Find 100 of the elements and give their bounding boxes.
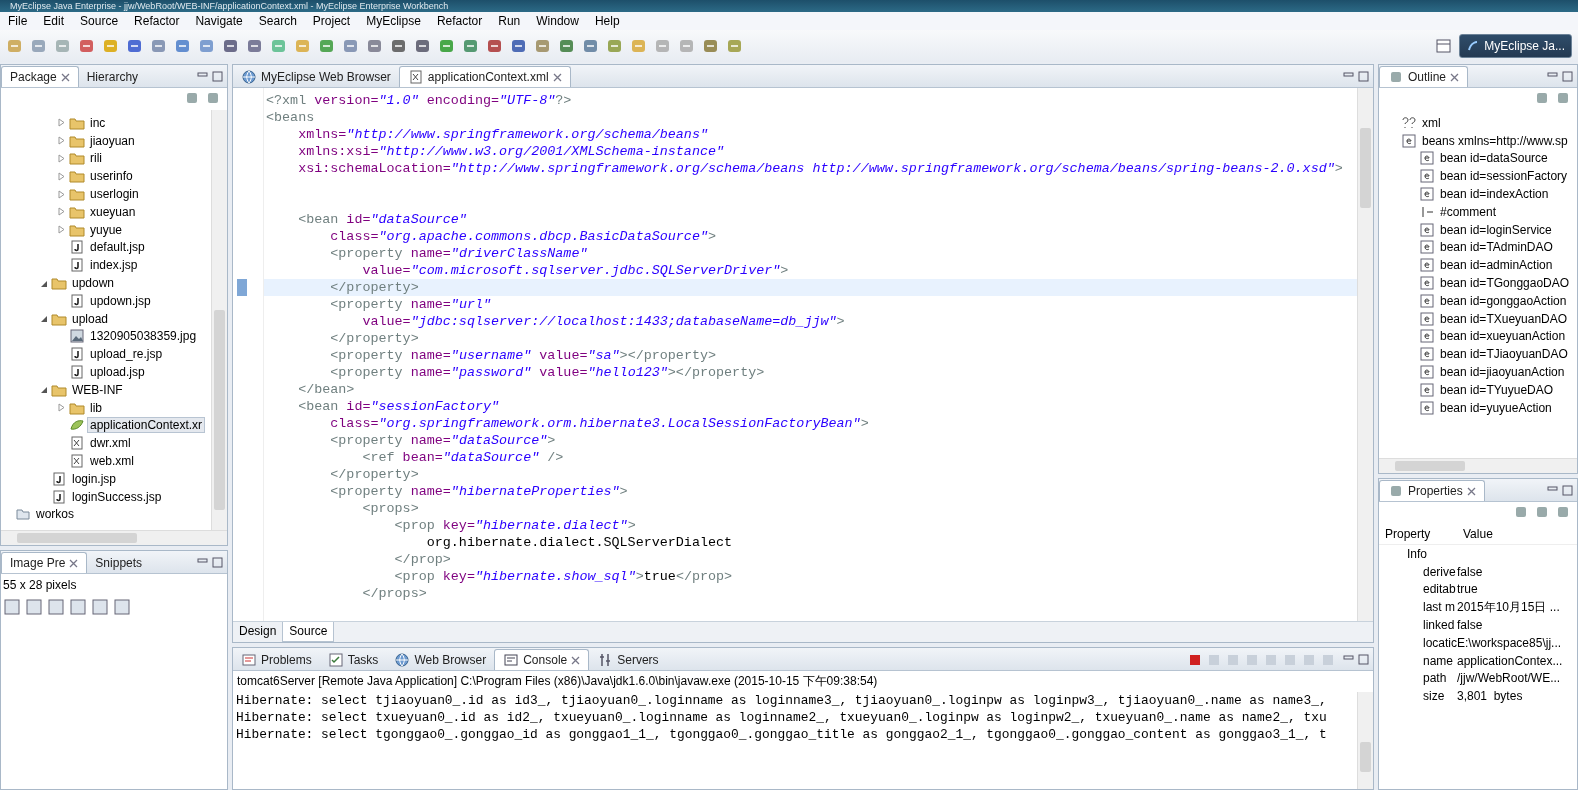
package-tab[interactable]: Package [1,66,79,87]
editor-tab[interactable]: MyEclipse Web Browser [233,67,399,87]
tree-item[interactable]: workos [34,507,76,522]
tree-item[interactable]: yuyue [88,222,125,237]
vertical-scrollbar[interactable] [211,110,227,530]
menu-item[interactable]: Search [250,14,305,28]
collapsed-arrow-icon[interactable] [57,207,66,217]
tree-item[interactable]: upload_re.jsp [88,347,165,362]
menu-item[interactable]: MyEclipse [358,14,429,28]
console-tab[interactable]: Web Browser [386,650,495,670]
tree-item[interactable]: bean id=gonggaoAction [1438,293,1569,308]
menu-item[interactable]: Refactor [126,14,188,28]
collapsed-arrow-icon[interactable] [57,189,66,199]
tree-item[interactable]: default.jsp [88,240,147,255]
tree-item[interactable]: bean id=xueyuanAction [1438,329,1568,344]
maximize-icon[interactable] [212,71,223,82]
close-icon[interactable] [1450,72,1460,82]
tree-item[interactable]: inc [88,115,108,130]
menu-item[interactable]: Window [528,14,587,28]
maximize-icon[interactable] [1562,71,1573,82]
tree-item[interactable]: loginSuccess.jsp [70,489,164,504]
minimize-icon[interactable] [197,557,208,565]
image-tab[interactable]: Image Pre [1,552,88,573]
tree-item[interactable]: bean id=jiaoyuanAction [1438,365,1567,380]
maximize-icon[interactable] [1562,485,1573,496]
tree-item[interactable]: bean id=TJiaoyuanDAO [1438,347,1570,362]
tree-item[interactable]: bean id=adminAction [1438,258,1555,273]
tree-item[interactable]: xueyuan [88,204,138,219]
vertical-scrollbar[interactable] [1357,88,1373,621]
tree-item[interactable]: bean id=TXueyuanDAO [1438,311,1570,326]
menu-item[interactable]: Help [586,14,628,28]
close-icon[interactable] [1466,486,1476,496]
menu-item[interactable]: Run [490,14,529,28]
collapsed-arrow-icon[interactable] [57,136,66,146]
tree-item[interactable]: bean id=indexAction [1438,187,1551,202]
menu-item[interactable]: Source [72,14,127,28]
perspective-button[interactable]: MyEclipse Ja... [1459,34,1572,58]
close-icon[interactable] [69,558,79,568]
maximize-icon[interactable] [212,557,223,568]
tree-item[interactable]: bean id=loginService [1438,222,1554,237]
menu-item[interactable]: Navigate [187,14,251,28]
image-tab[interactable]: Snippets [87,553,151,573]
menu-item[interactable]: Edit [35,14,73,28]
menu-item[interactable]: File [0,14,36,28]
maximize-icon[interactable] [1358,654,1369,665]
view-tab[interactable]: Source [282,622,335,642]
vertical-scrollbar[interactable] [1357,692,1373,789]
tree-item[interactable]: xml [1420,115,1443,130]
console-tab[interactable]: Problems [233,650,320,670]
collapsed-arrow-icon[interactable] [57,118,66,128]
tree-item[interactable]: userlogin [88,187,141,202]
console-tab[interactable]: Tasks [319,650,387,670]
tree-item[interactable]: beans xmlns=http://www.sp [1420,133,1570,148]
tree-item[interactable]: login.jsp [70,471,119,486]
tree-item[interactable]: jiaoyuan [88,133,137,148]
expanded-arrow-icon[interactable] [39,314,48,324]
tree-item[interactable]: userinfo [88,169,135,184]
minimize-icon[interactable] [1343,654,1354,662]
package-tab[interactable]: Hierarchy [78,67,147,87]
collapsed-arrow-icon[interactable] [57,225,66,235]
tree-item[interactable]: updown.jsp [88,293,153,308]
tree-item[interactable]: lib [88,400,104,415]
tree-item[interactable]: #comment [1438,204,1499,219]
tree-item[interactable]: bean id=TYuyueDAO [1438,382,1556,397]
minimize-icon[interactable] [1343,71,1354,79]
tree-item[interactable]: dwr.xml [88,436,133,451]
menu-item[interactable]: Refactor [428,14,491,28]
console-tab[interactable]: Console [494,649,590,670]
close-icon[interactable] [571,655,581,665]
tree-item[interactable]: bean id=TGonggaoDAO [1438,276,1572,291]
tree-item[interactable]: applicationContext.xr [88,418,205,433]
expanded-arrow-icon[interactable] [39,385,48,395]
open-perspective-icon[interactable] [1435,37,1454,55]
collapsed-arrow-icon[interactable] [57,403,66,413]
menu-item[interactable]: Project [304,14,359,28]
tree-item[interactable]: bean id=yuyueAction [1438,400,1554,415]
outline-tab[interactable]: Outline [1379,66,1469,87]
tree-item[interactable]: bean id=dataSource [1438,151,1550,166]
tree-item[interactable]: rili [88,151,104,166]
tree-item[interactable]: web.xml [88,454,136,469]
console-tab[interactable]: Servers [589,650,667,670]
collapsed-arrow-icon[interactable] [57,154,66,163]
tree-item[interactable]: bean id=sessionFactory [1438,169,1570,184]
horizontal-scrollbar[interactable] [1,530,227,545]
maximize-icon[interactable] [1358,71,1369,82]
minimize-icon[interactable] [1547,485,1558,493]
minimize-icon[interactable] [197,71,208,79]
tree-item[interactable]: upload.jsp [88,365,147,380]
tree-item[interactable]: index.jsp [88,258,140,273]
properties-tab[interactable]: Properties [1379,480,1485,501]
view-tab[interactable]: Design [233,622,283,642]
tree-item[interactable]: 1320905038359.jpg [88,329,199,344]
collapsed-arrow-icon[interactable] [57,171,66,181]
horizontal-scrollbar[interactable] [1379,458,1577,473]
tree-item[interactable]: upload [70,311,111,326]
minimize-icon[interactable] [1547,71,1558,79]
close-icon[interactable] [552,72,562,82]
tree-item[interactable]: WEB-INF [70,382,125,397]
close-icon[interactable] [60,72,70,82]
tree-item[interactable]: updown [70,276,117,291]
